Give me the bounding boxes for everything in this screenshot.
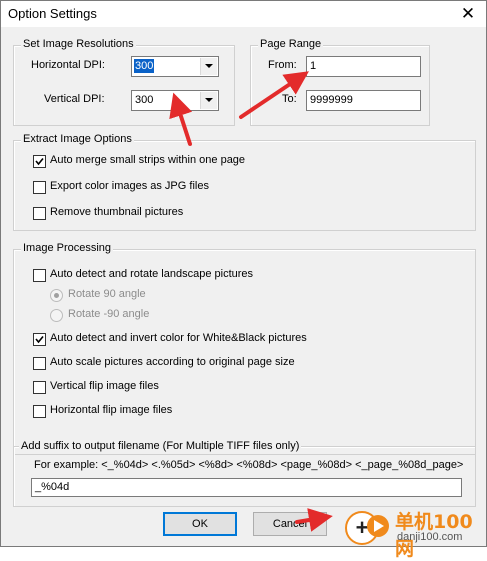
arrow-to-cancel-icon — [295, 508, 333, 532]
annotation-arrows — [169, 71, 333, 532]
option-settings-dialog: Option Settings ✕ Set Image Resolutions … — [0, 0, 487, 560]
arrow-to-from-input-icon — [239, 71, 309, 119]
arrow-to-vertical-dpi-icon — [169, 92, 193, 146]
watermark-domain: danji100.com — [397, 531, 463, 543]
watermark-logo: + 单机100网 danji100.com — [339, 504, 487, 560]
play-icon — [367, 515, 389, 537]
